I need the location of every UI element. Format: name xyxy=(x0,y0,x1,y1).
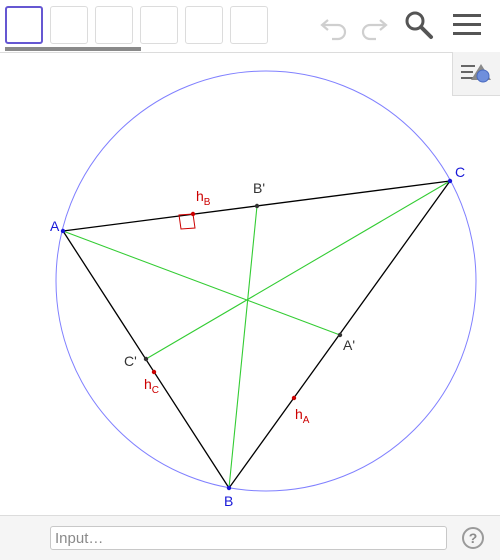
search-icon[interactable] xyxy=(402,8,436,42)
median-C[interactable] xyxy=(145,180,451,360)
point-hA[interactable] xyxy=(291,395,297,401)
point-A[interactable] xyxy=(60,228,66,234)
point-A-prime[interactable] xyxy=(337,332,343,338)
graphics-view[interactable]: A B C A' B' C' hA hB hC xyxy=(0,52,500,514)
median-A[interactable] xyxy=(62,230,341,336)
undo-icon[interactable] xyxy=(318,8,352,42)
tool-button-5[interactable] xyxy=(185,6,223,44)
label-hC: hC xyxy=(144,376,159,396)
label-A: A xyxy=(50,218,60,234)
toolbar xyxy=(0,0,500,53)
point-B-prime[interactable] xyxy=(254,203,260,209)
point-hC[interactable] xyxy=(151,369,157,375)
menu-icon[interactable] xyxy=(450,8,484,42)
label-B: B xyxy=(224,493,233,509)
point-hB[interactable] xyxy=(190,211,196,217)
median-B[interactable] xyxy=(228,205,258,489)
label-C: C xyxy=(455,164,465,180)
tool-button-3[interactable] xyxy=(95,6,133,44)
label-hA: hA xyxy=(295,406,310,426)
label-B-prime: B' xyxy=(253,180,265,196)
point-C-prime[interactable] xyxy=(143,356,149,362)
tool-button-4[interactable] xyxy=(140,6,178,44)
redo-icon[interactable] xyxy=(356,8,390,42)
point-C[interactable] xyxy=(447,178,453,184)
label-A-prime: A' xyxy=(343,337,355,353)
label-hB: hB xyxy=(196,188,211,208)
toolbar-scroll-indicator xyxy=(5,47,141,51)
input-bar: ? xyxy=(0,515,500,560)
label-C-prime: C' xyxy=(124,353,137,369)
circumcircle[interactable] xyxy=(55,70,477,492)
point-B[interactable] xyxy=(226,485,232,491)
tool-button-2[interactable] xyxy=(50,6,88,44)
tool-button-6[interactable] xyxy=(230,6,268,44)
tool-button-move[interactable] xyxy=(5,6,43,44)
input-field[interactable] xyxy=(50,526,447,550)
help-button[interactable]: ? xyxy=(462,527,484,549)
